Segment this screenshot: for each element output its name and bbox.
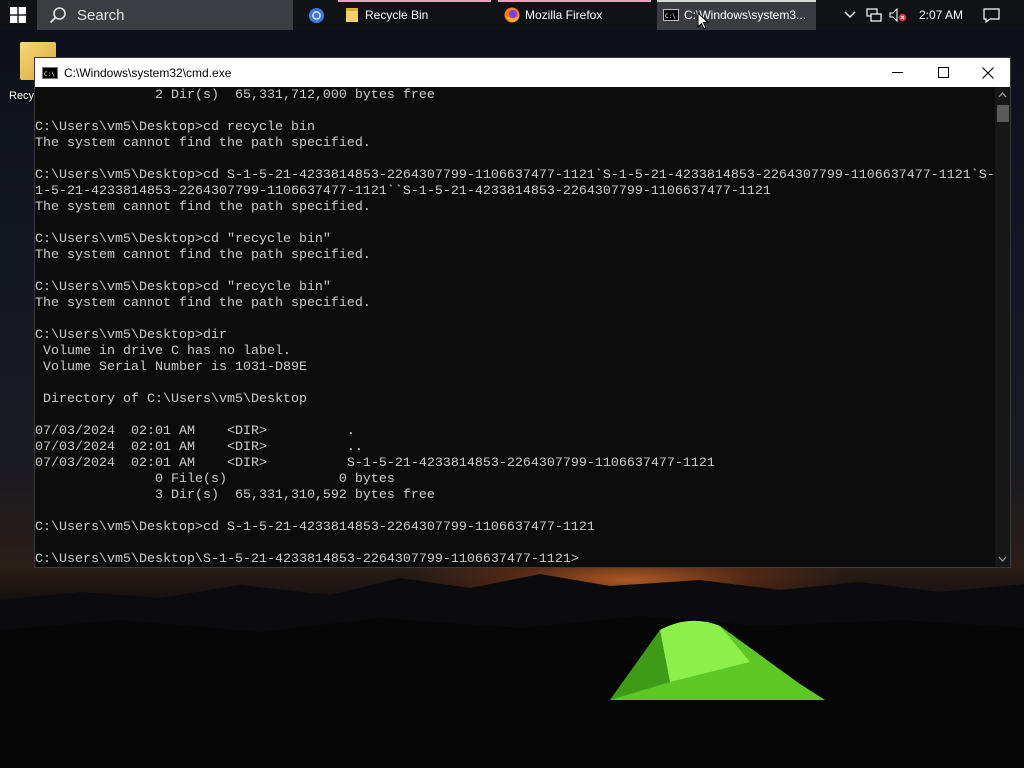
chevron-down-icon xyxy=(998,556,1007,562)
maximize-icon xyxy=(937,67,949,78)
console-line: C:\Users\vm5\Desktop>cd recycle bin xyxy=(35,120,315,135)
folder-icon xyxy=(346,8,358,22)
search-icon xyxy=(49,7,66,24)
chrome-icon xyxy=(308,7,324,23)
mouse-cursor-icon xyxy=(697,12,709,30)
taskbar-app-firefox[interactable]: Mozilla Firefox xyxy=(498,0,651,30)
mountain-silhouette xyxy=(0,574,1024,768)
console-output[interactable]: 2 Dir(s) 65,331,712,000 bytes free C:\Use… xyxy=(35,87,995,567)
console-line: C:\Users\vm5\Desktop>cd S-1-5-21-4233814… xyxy=(35,168,995,183)
search-placeholder: Search xyxy=(77,6,125,24)
console-line: 3 Dir(s) 65,331,310,592 bytes free xyxy=(35,488,435,503)
console-line: The system cannot find the path specifie… xyxy=(35,200,371,215)
vertical-scrollbar[interactable] xyxy=(995,87,1010,567)
firefox-icon xyxy=(504,7,520,23)
taskbar-app-cmd[interactable]: C:\ C:\Windows\system3... xyxy=(657,0,816,30)
minimize-button[interactable] xyxy=(874,58,920,87)
console-line: C:\Users\vm5\Desktop>dir xyxy=(35,328,227,343)
scroll-up-button[interactable] xyxy=(995,87,1010,103)
console-line: 07/03/2024 02:01 AM <DIR> .. xyxy=(35,440,363,455)
taskbar-app-recycle-bin[interactable]: Recycle Bin xyxy=(338,0,491,30)
console-line: 2 Dir(s) 65,331,712,000 bytes free xyxy=(35,88,435,103)
console-line: 0 File(s) 0 bytes xyxy=(35,472,395,487)
taskbar-app-label: Recycle Bin xyxy=(365,8,429,22)
desktop-icon-label: Recy xyxy=(9,90,35,102)
console-line: C:\Users\vm5\Desktop>cd "recycle bin" xyxy=(35,280,331,295)
console-line: 1-5-21-4233814853-2264307799-1106637477-… xyxy=(35,184,771,199)
network-tray-button[interactable] xyxy=(864,0,884,30)
taskbar-search-box[interactable]: Search xyxy=(37,0,293,30)
console-line: Directory of C:\Users\vm5\Desktop xyxy=(35,392,307,407)
notification-icon xyxy=(982,7,1000,23)
console-line: C:\Users\vm5\Desktop\S-1-5-21-4233814853… xyxy=(35,552,579,567)
start-button[interactable] xyxy=(0,0,36,30)
cmd-icon: C:\ xyxy=(663,9,679,21)
action-center-button[interactable] xyxy=(978,0,1004,30)
chevron-up-icon xyxy=(998,92,1007,98)
svg-text:C:\: C:\ xyxy=(665,13,676,20)
taskbar-app-chrome[interactable] xyxy=(300,0,332,30)
console-line: Volume Serial Number is 1031-D89E xyxy=(35,360,307,375)
active-indicator xyxy=(498,0,651,2)
taskbar: Search Recycle Bin Mozilla Firefox C:\ C… xyxy=(0,0,1024,30)
console-line: 07/03/2024 02:01 AM <DIR> S-1-5-21-42338… xyxy=(35,456,715,471)
console-line: The system cannot find the path specifie… xyxy=(35,136,371,151)
tent-image xyxy=(610,620,825,700)
console-line: The system cannot find the path specifie… xyxy=(35,296,371,311)
scrollbar-thumb[interactable] xyxy=(997,105,1009,122)
minimize-icon xyxy=(891,72,903,73)
cmd-titlebar[interactable]: C:\ C:\Windows\system32\cmd.exe xyxy=(35,58,1010,87)
active-indicator xyxy=(657,0,816,2)
console-line: C:\Users\vm5\Desktop>cd "recycle bin" xyxy=(35,232,331,247)
console-line: C:\Users\vm5\Desktop>cd S-1-5-21-4233814… xyxy=(35,520,595,535)
cmd-icon: C:\ xyxy=(42,66,58,79)
active-indicator xyxy=(338,0,491,2)
close-button[interactable] xyxy=(965,58,1011,87)
scroll-down-button[interactable] xyxy=(995,551,1010,567)
volume-muted-icon xyxy=(889,8,907,22)
console-line: The system cannot find the path specifie… xyxy=(35,248,371,263)
taskbar-clock[interactable]: 2:07 AM xyxy=(912,0,970,30)
svg-text:C:\: C:\ xyxy=(44,71,55,78)
chevron-up-icon xyxy=(844,11,856,18)
close-icon xyxy=(982,66,994,79)
windows-logo-icon xyxy=(10,7,26,23)
maximize-button[interactable] xyxy=(920,58,966,87)
cmd-window[interactable]: C:\ C:\Windows\system32\cmd.exe 2 Dir(s)… xyxy=(34,57,1011,568)
console-line: 07/03/2024 02:01 AM <DIR> . xyxy=(35,424,355,439)
window-title: C:\Windows\system32\cmd.exe xyxy=(64,65,232,80)
show-hidden-icons-button[interactable] xyxy=(840,0,860,30)
volume-tray-button[interactable] xyxy=(887,0,909,30)
taskbar-app-label: Mozilla Firefox xyxy=(525,8,603,22)
console-line: Volume in drive C has no label. xyxy=(35,344,291,359)
network-icon xyxy=(866,8,882,22)
